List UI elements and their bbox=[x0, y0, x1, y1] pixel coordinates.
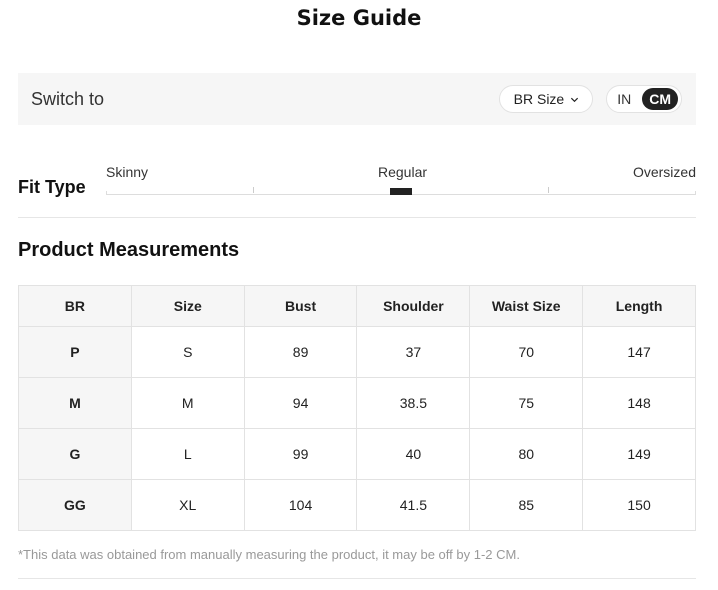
table-row: P S 89 37 70 147 bbox=[18, 326, 696, 378]
table-row: GG XL 104 41.5 85 150 bbox=[18, 479, 696, 531]
fit-type-label: Fit Type bbox=[18, 177, 86, 197]
fit-oversized-label: Oversized bbox=[632, 164, 696, 180]
table-cell: S bbox=[130, 326, 245, 378]
table-cell: 99 bbox=[243, 428, 358, 480]
measurement-disclaimer: *This data was obtained from manually me… bbox=[18, 547, 520, 562]
table-cell: P bbox=[18, 326, 132, 378]
unit-switch-bar: Switch to BR Size IN CM bbox=[18, 73, 696, 125]
table-cell: 85 bbox=[469, 479, 584, 531]
column-header-shoulder: Shoulder bbox=[356, 285, 471, 327]
switch-controls: BR Size IN CM bbox=[498, 85, 682, 113]
table-cell: 70 bbox=[469, 326, 584, 378]
unit-in-button[interactable]: IN bbox=[610, 88, 638, 110]
fit-type-row: Fit Type Skinny Regular Oversized bbox=[18, 160, 696, 200]
table-cell: GG bbox=[18, 479, 132, 531]
table-cell: 149 bbox=[582, 428, 696, 480]
switch-to-label: Switch to bbox=[31, 88, 105, 109]
table-cell: 89 bbox=[243, 326, 358, 378]
fit-regular-label: Regular bbox=[378, 164, 428, 180]
column-header-length: Length bbox=[582, 285, 696, 327]
unit-cm-button[interactable]: CM bbox=[642, 88, 678, 110]
table-cell: 150 bbox=[582, 479, 696, 531]
table-cell: 148 bbox=[582, 377, 696, 429]
divider bbox=[18, 578, 696, 579]
column-header-bust: Bust bbox=[243, 285, 358, 327]
fit-selected-indicator bbox=[390, 188, 412, 195]
size-system-select[interactable]: BR Size bbox=[498, 85, 594, 113]
table-cell: XL bbox=[130, 479, 245, 531]
divider bbox=[18, 217, 696, 218]
table-cell: 80 bbox=[469, 428, 584, 480]
fit-skinny-label: Skinny bbox=[106, 164, 149, 180]
size-system-value: BR Size bbox=[513, 91, 565, 107]
fit-scale-divider bbox=[548, 187, 549, 193]
fit-type-scale: Skinny Regular Oversized bbox=[106, 160, 696, 200]
table-cell: 104 bbox=[243, 479, 358, 531]
table-cell: M bbox=[18, 377, 132, 429]
column-header-size: Size bbox=[130, 285, 245, 327]
fit-scale-divider bbox=[253, 187, 254, 193]
table-cell: 37 bbox=[356, 326, 471, 378]
table-cell: M bbox=[130, 377, 245, 429]
table-cell: G bbox=[18, 428, 132, 480]
table-cell: 41.5 bbox=[356, 479, 471, 531]
table-cell: 94 bbox=[243, 377, 358, 429]
chevron-down-icon bbox=[571, 97, 579, 102]
column-header-br: BR bbox=[18, 285, 132, 327]
column-header-waist: Waist Size bbox=[469, 285, 584, 327]
table-row: M M 94 38.5 75 148 bbox=[18, 377, 696, 429]
table-cell: 40 bbox=[356, 428, 471, 480]
table-cell: L bbox=[130, 428, 245, 480]
table-cell: 75 bbox=[469, 377, 584, 429]
page-title: Size Guide bbox=[296, 6, 422, 30]
unit-toggle: IN CM bbox=[606, 85, 682, 113]
table-row: G L 99 40 80 149 bbox=[18, 428, 696, 480]
measurements-table: BR Size Bust Shoulder Waist Size Length … bbox=[18, 285, 696, 531]
product-measurements-title: Product Measurements bbox=[18, 239, 240, 261]
table-cell: 38.5 bbox=[356, 377, 471, 429]
table-cell: 147 bbox=[582, 326, 696, 378]
table-header-row: BR Size Bust Shoulder Waist Size Length bbox=[18, 285, 696, 327]
